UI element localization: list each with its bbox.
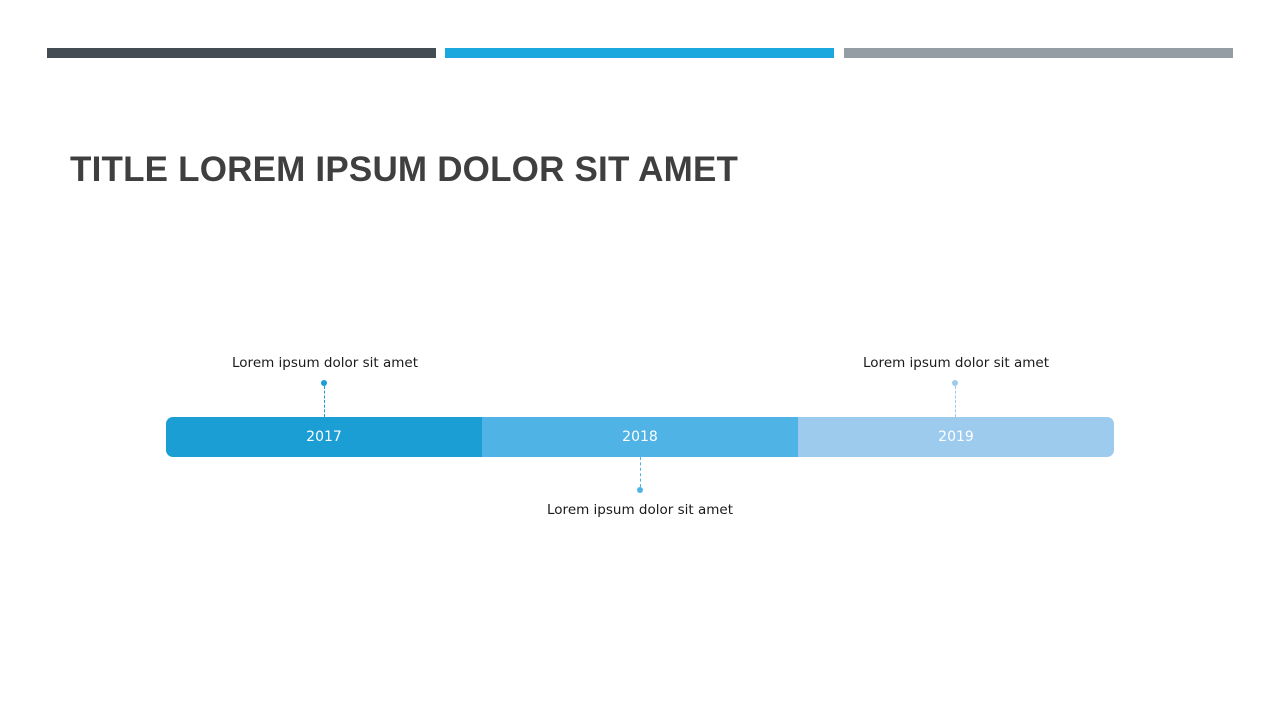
- header-bar-dark: [47, 48, 436, 58]
- timeline-segment-2017: 2017: [166, 417, 482, 457]
- callout-2017-connector: [324, 386, 325, 417]
- timeline-segment-2019: 2019: [798, 417, 1114, 457]
- header-bar-blue: [445, 48, 834, 58]
- year-label: 2018: [622, 429, 658, 445]
- callout-2018-connector: [640, 457, 641, 487]
- header-bar-gray: [844, 48, 1233, 58]
- callout-2019-label: Lorem ipsum dolor sit amet: [863, 355, 1049, 371]
- callout-2018-dot: [637, 487, 643, 493]
- year-label: 2019: [938, 429, 974, 445]
- timeline-bar: 2017 2018 2019: [166, 417, 1114, 457]
- callout-2019-connector: [955, 386, 956, 417]
- callout-2018-label: Lorem ipsum dolor sit amet: [547, 502, 733, 518]
- timeline-segment-2018: 2018: [482, 417, 798, 457]
- year-label: 2017: [306, 429, 342, 445]
- slide: TITLE LOREM IPSUM DOLOR SIT AMET Lorem i…: [0, 0, 1280, 720]
- callout-2017-label: Lorem ipsum dolor sit amet: [232, 355, 418, 371]
- slide-title: TITLE LOREM IPSUM DOLOR SIT AMET: [70, 150, 739, 189]
